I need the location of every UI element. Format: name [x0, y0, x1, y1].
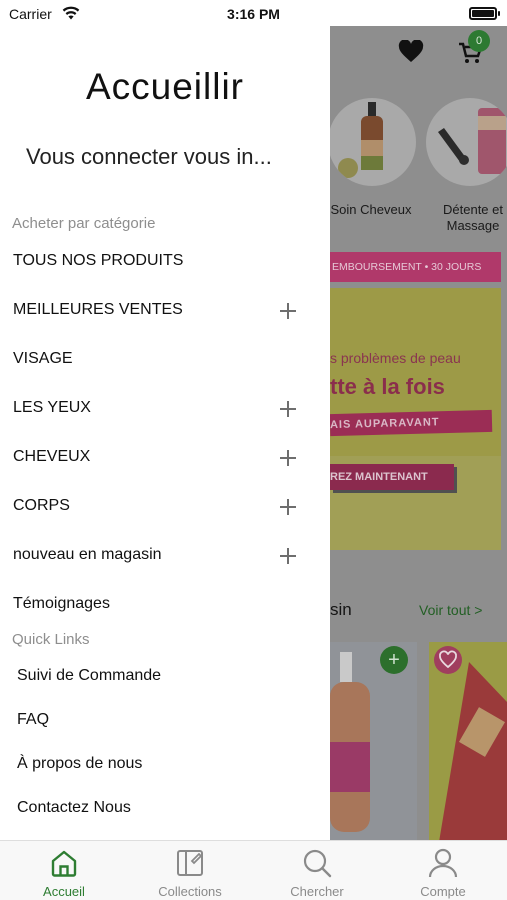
banner-line-1: s problèmes de peau [330, 350, 461, 366]
category-label-hair-care[interactable]: Soin Cheveux [330, 202, 416, 218]
tab-search[interactable]: Chercher [254, 841, 380, 900]
tab-label: Chercher [290, 884, 344, 899]
menu-item-hair[interactable]: CHEVEUX [0, 440, 330, 476]
menu-item-testimonials[interactable]: Témoignages [0, 587, 330, 623]
quick-link-label: Contactez Nous [17, 799, 131, 816]
tab-account[interactable]: Compte [380, 841, 506, 900]
quick-link-contact-us[interactable]: Contactez Nous [0, 792, 330, 826]
menu-item-label: MEILLEURES VENTES [13, 301, 183, 318]
new-in-store-section-title: sin [330, 600, 352, 619]
quick-link-label: Suivi de Commande [17, 667, 162, 684]
quick-links-label: Quick Links [12, 631, 90, 648]
plus-icon[interactable] [278, 497, 298, 517]
menu-item-body[interactable]: CORPS [0, 489, 330, 525]
side-drawer: Accueillir Vous connecter vous in... Ach… [0, 26, 330, 840]
product-card[interactable]: + [330, 642, 417, 840]
menu-item-label: TOUS NOS PRODUITS [13, 252, 184, 269]
collections-icon [174, 847, 206, 879]
add-to-cart-button[interactable]: + [380, 646, 408, 674]
menu-item-all-products[interactable]: TOUS NOS PRODUITS [0, 244, 330, 280]
tab-label: Collections [158, 884, 222, 899]
menu-item-best-sellers[interactable]: MEILLEURES VENTES [0, 293, 330, 329]
banner-stripe: AIS AUPARAVANT [330, 409, 493, 437]
menu-item-label: VISAGE [13, 350, 73, 367]
battery-icon [469, 7, 500, 20]
menu-item-label: CHEVEUX [13, 448, 91, 465]
home-icon [48, 847, 80, 879]
plus-icon[interactable] [278, 399, 298, 419]
category-image-hair-care[interactable] [330, 98, 416, 186]
status-bar: Carrier 3:16 PM [0, 0, 507, 28]
tab-collections[interactable]: Collections [127, 841, 253, 900]
cart-count-badge: 0 [468, 30, 490, 52]
main-screen-dimmed[interactable]: 0 Soin Cheveux Détente et Massage EMBOUR… [330, 26, 507, 840]
menu-item-eyes[interactable]: LES YEUX [0, 391, 330, 427]
category-label-relax-massage[interactable]: Détente et Massage [430, 202, 507, 234]
account-icon [427, 847, 459, 879]
clock: 3:16 PM [227, 6, 280, 22]
product-card[interactable] [429, 642, 507, 840]
shop-by-category-label: Acheter par catégorie [12, 215, 156, 232]
wishlist-heart-icon[interactable] [398, 39, 424, 69]
wishlist-heart-icon[interactable] [434, 646, 462, 674]
banner-cta-button[interactable]: REZ MAINTENANT [330, 464, 454, 490]
quick-link-about-us[interactable]: À propos de nous [0, 748, 330, 782]
drawer-title: Accueillir [85, 66, 245, 107]
tab-home[interactable]: Accueil [1, 841, 127, 900]
search-icon [301, 847, 333, 879]
quick-link-faq[interactable]: FAQ [0, 704, 330, 738]
menu-item-label: nouveau en magasin [13, 546, 162, 563]
menu-item-new-in-store[interactable]: nouveau en magasin [0, 538, 330, 574]
tab-label: Accueil [43, 884, 85, 899]
quick-link-label: À propos de nous [17, 755, 143, 772]
plus-icon[interactable] [278, 448, 298, 468]
menu-item-label: Témoignages [13, 595, 110, 612]
category-image-relax-massage[interactable] [426, 98, 507, 186]
plus-icon[interactable] [278, 301, 298, 321]
login-prompt[interactable]: Vous connecter vous in... [26, 144, 272, 170]
plus-icon[interactable] [278, 546, 298, 566]
see-all-link[interactable]: Voir tout > [419, 602, 482, 618]
menu-item-face[interactable]: VISAGE [0, 342, 330, 378]
bottom-tab-bar: Accueil Collections Chercher Compte [0, 840, 507, 900]
hero-banner[interactable]: s problèmes de peau tte à la fois AIS AU… [330, 288, 501, 550]
banner-line-2: tte à la fois [330, 374, 445, 399]
quick-link-label: FAQ [17, 711, 50, 728]
quick-link-order-tracking[interactable]: Suivi de Commande [0, 660, 330, 694]
tab-label: Compte [420, 884, 466, 899]
refund-promo-strip: EMBOURSEMENT • 30 JOURS [330, 252, 501, 282]
menu-item-label: CORPS [13, 497, 70, 514]
menu-item-label: LES YEUX [13, 399, 91, 416]
